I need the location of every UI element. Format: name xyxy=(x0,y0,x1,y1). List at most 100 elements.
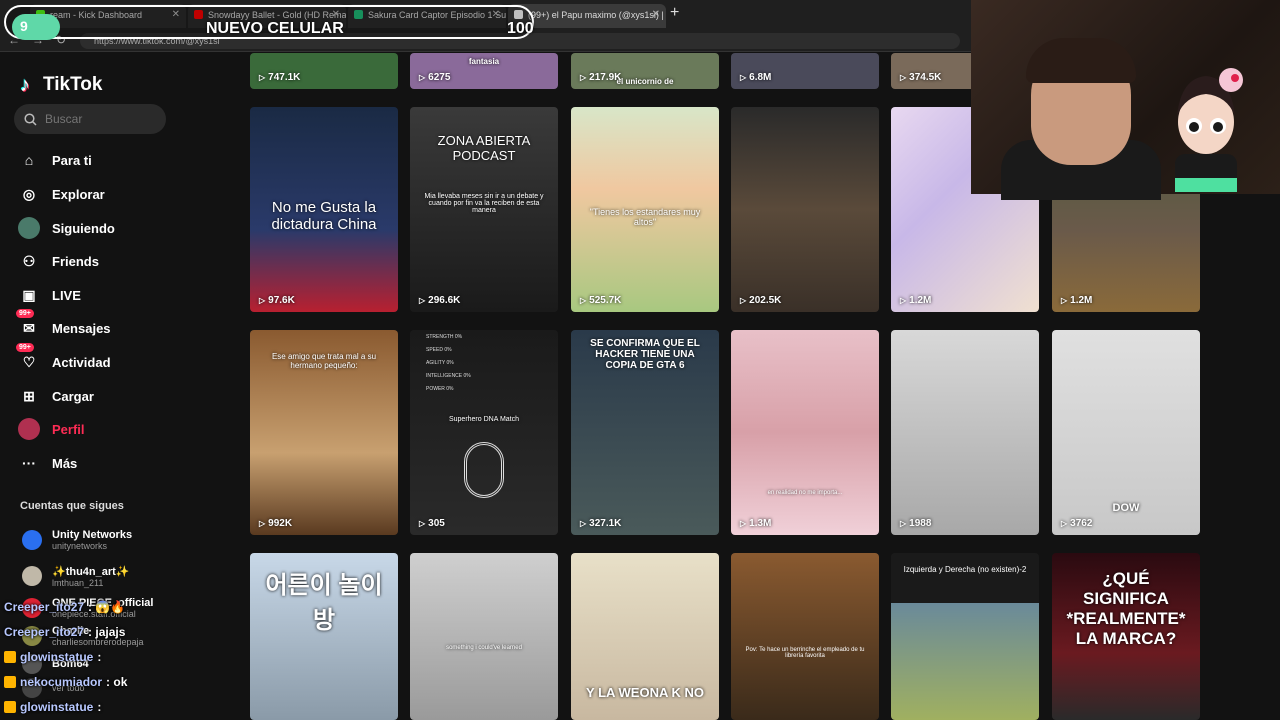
video-card[interactable]: "Tienes los estandares muy altos" ▷ 525.7K xyxy=(571,107,719,312)
video-card[interactable]: ¿QUÉ SIGNIFICA *REALMENTE* LA MARCA? xyxy=(1052,553,1200,720)
chat-message: nekocumiador: ok xyxy=(4,675,127,689)
profile-avatar-icon: ● xyxy=(18,418,40,440)
video-card[interactable]: ▷ 202.5K xyxy=(731,107,879,312)
play-icon: ▷ xyxy=(259,519,266,528)
webcam-overlay xyxy=(971,0,1280,200)
video-card[interactable]: ▷ 747.1K xyxy=(250,53,398,89)
compass-icon: ◎ xyxy=(22,185,36,202)
video-card[interactable]: ▷ 1988 xyxy=(891,330,1039,535)
chat-username: glowinstatue xyxy=(20,650,94,664)
dna-stat: INTELLIGENCE 0% xyxy=(426,373,471,379)
goal-level: 9 xyxy=(12,14,60,40)
tiktok-logo-icon: ♪ xyxy=(20,74,30,96)
video-card[interactable]: DOW ▷ 3762 xyxy=(1052,330,1200,535)
video-caption: SE CONFIRMA QUE EL HACKER TIENE UNA COPI… xyxy=(590,338,700,371)
view-count: ▷ 1.2M xyxy=(1061,295,1092,306)
tab-label: (99+) el Papu maximo (@xys1si) | T xyxy=(528,10,666,20)
sidebar-item-label: Actividad xyxy=(52,354,111,370)
play-icon: ▷ xyxy=(419,73,426,82)
view-count-value: 327.1K xyxy=(589,518,622,529)
video-caption: "Tienes los estandares muy altos" xyxy=(589,207,701,227)
chat-badge-icon xyxy=(4,701,16,713)
video-card[interactable]: Superhero DNA Match STRENGTH 0% SPEED 0% AG… xyxy=(410,330,558,535)
video-card[interactable]: Izquierda y Derecha (no existen)-2 xyxy=(891,553,1039,720)
sidebar-item-m-s[interactable]: ··· Más xyxy=(18,450,77,476)
video-caption: Superhero DNA Match xyxy=(448,416,520,423)
view-count-value: 1.2M xyxy=(909,295,932,306)
play-icon: ▷ xyxy=(259,73,266,82)
sidebar-item-para-ti[interactable]: ⌂ Para ti xyxy=(18,147,92,173)
play-icon: ▷ xyxy=(900,519,907,528)
sidebar-item-friends[interactable]: ⚇ Friends xyxy=(18,248,99,274)
sidebar-item-actividad[interactable]: ♡ 99+ Actividad xyxy=(16,343,111,375)
home-icon: ⌂ xyxy=(24,152,34,168)
sidebar-item-label: Cargar xyxy=(52,388,94,404)
play-icon: ▷ xyxy=(1061,296,1068,305)
video-card[interactable]: Pov: Te hace un berrinche el empleado de… xyxy=(731,553,879,720)
dna-stat: POWER 0% xyxy=(426,386,454,392)
video-card[interactable]: ▷ 6.8M xyxy=(731,53,879,89)
logo-text: TikTok xyxy=(43,74,103,95)
chat-badge-icon xyxy=(4,676,16,688)
video-caption: something i could've learned xyxy=(446,645,522,651)
video-caption: ZONA ABIERTA PODCAST xyxy=(437,133,531,163)
video-card[interactable]: 어른이 놀이방 xyxy=(250,553,398,720)
video-card[interactable]: something i could've learned xyxy=(410,553,558,720)
view-count-value: 97.6K xyxy=(268,295,295,306)
tiktok-logo[interactable]: ♪ TikTok xyxy=(20,73,102,97)
play-icon: ▷ xyxy=(740,296,747,305)
play-icon: ▷ xyxy=(419,519,426,528)
following-account[interactable]: ✨thu4n_art✨ lmthuan_211 xyxy=(22,561,130,591)
live-icon: ▣ xyxy=(22,286,36,303)
video-card[interactable]: Ese amigo que trata mal a su hermano peq… xyxy=(250,330,398,535)
following-account[interactable]: Unity Networks unitynetworks xyxy=(22,525,132,555)
view-count: ▷ 992K xyxy=(259,518,292,529)
sidebar-item-live[interactable]: ▣ LIVE xyxy=(18,282,81,308)
sidebar-item-mensajes[interactable]: ✉ 99+ Mensajes xyxy=(16,309,111,341)
sidebar-item-siguiendo[interactable]: ● Siguiendo xyxy=(18,215,115,241)
sidebar-item-label: LIVE xyxy=(52,287,81,303)
view-count-value: 217.9K xyxy=(589,72,622,83)
dna-stat: SPEED 0% xyxy=(426,347,452,353)
view-count: ▷ 296.6K xyxy=(419,295,460,306)
dna-stat: AGILITY 0% xyxy=(426,360,454,366)
play-icon: ▷ xyxy=(580,519,587,528)
video-card[interactable]: ZONA ABIERTA PODCAST Mia llevaba meses si… xyxy=(410,107,558,312)
chat-text: : xyxy=(97,650,102,664)
video-caption: Pov: Te hace un berrinche el empleado de… xyxy=(745,647,865,659)
chat-message: glowinstatue: xyxy=(4,650,101,664)
view-count: ▷ 1.3M xyxy=(740,518,771,529)
notification-badge: 99+ xyxy=(16,309,34,318)
video-caption: Ese amigo que trata mal a su hermano peq… xyxy=(271,352,377,370)
sidebar-item-explorar[interactable]: ◎ Explorar xyxy=(18,181,105,207)
video-caption: Y LA WEONA K NO xyxy=(586,685,704,700)
account-handle: unitynetworks xyxy=(52,541,108,551)
sidebar-item-label: Friends xyxy=(52,253,99,269)
view-count: ▷ 217.9K xyxy=(580,72,621,83)
video-card[interactable]: SE CONFIRMA QUE EL HACKER TIENE UNA COPI… xyxy=(571,330,719,535)
view-count: ▷ 1.2M xyxy=(900,295,931,306)
search-input[interactable] xyxy=(45,112,155,126)
search-box[interactable] xyxy=(14,104,166,134)
sidebar-item-cargar[interactable]: ⊞ Cargar xyxy=(18,383,94,409)
video-card[interactable]: el unicornio de ▷ 217.9K xyxy=(571,53,719,89)
view-count: ▷ 374.5K xyxy=(900,72,941,83)
new-tab-icon[interactable]: + xyxy=(670,4,679,22)
chat-text: : 😱🔥 xyxy=(88,600,126,614)
video-card[interactable]: No me Gusta la dictadura China ▷ 97.6K xyxy=(250,107,398,312)
following-avatar-icon: ● xyxy=(18,217,40,239)
account-name: Unity Networks xyxy=(52,529,133,541)
view-count-value: 6.8M xyxy=(749,72,772,83)
play-icon: ▷ xyxy=(1061,519,1068,528)
sidebar-item-perfil[interactable]: ● Perfil xyxy=(18,416,85,442)
video-card[interactable]: fantasia ▷ 6275 xyxy=(410,53,558,89)
view-count: ▷ 305 xyxy=(419,518,445,529)
video-card[interactable]: en realidad no me importa... ▷ 1.3M xyxy=(731,330,879,535)
screen: ream - Kick Dashboard ✕ Snowdayy Ballet … xyxy=(0,0,1280,720)
view-count-value: 525.7K xyxy=(589,295,622,306)
goal-overlay: 9 NUEVO CELULAR 100 xyxy=(4,5,534,40)
close-icon[interactable]: ✕ xyxy=(652,9,660,20)
video-card[interactable]: Y LA WEONA K NO xyxy=(571,553,719,720)
view-count: ▷ 747.1K xyxy=(259,72,300,83)
view-count: ▷ 3762 xyxy=(1061,518,1092,529)
